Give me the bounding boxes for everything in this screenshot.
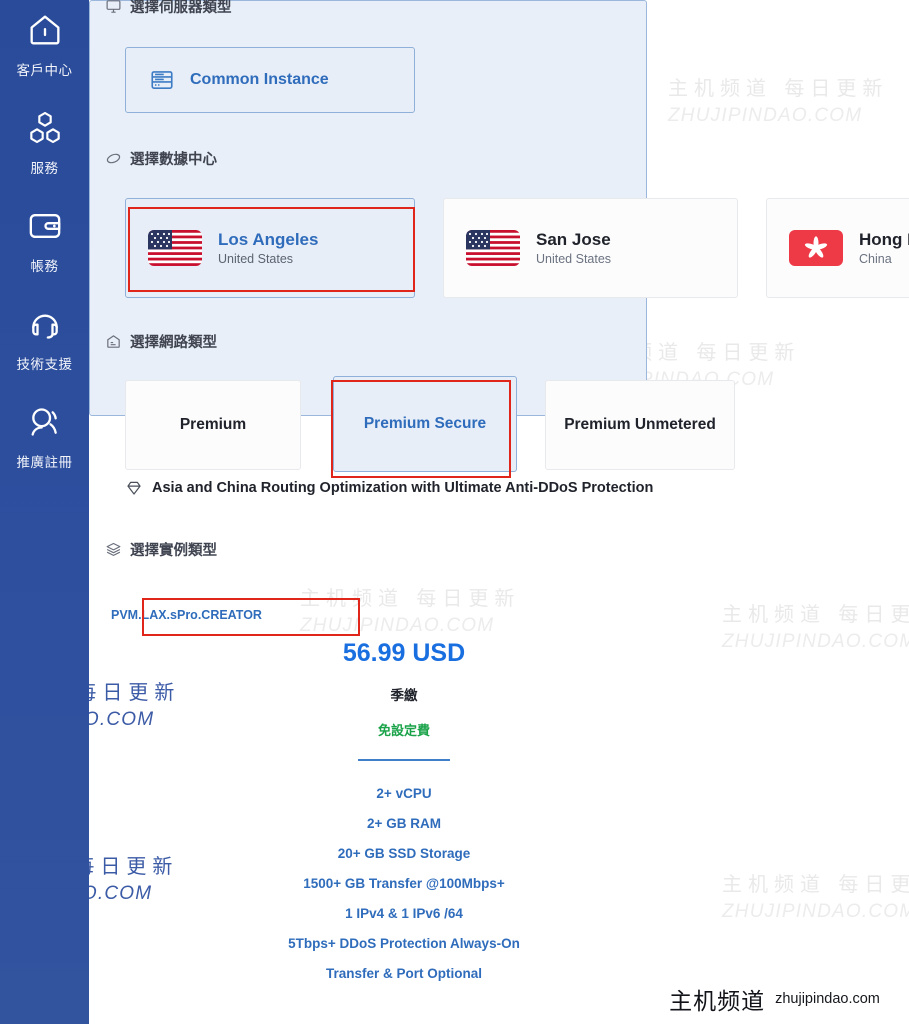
sidebar-item-technical-support[interactable]: 技術支援 bbox=[0, 304, 89, 373]
datacenter-option-los-angeles[interactable]: Los Angeles United States bbox=[125, 198, 415, 298]
badge-domain-text: zhujipindao.com bbox=[775, 990, 880, 1007]
us-flag-icon bbox=[148, 230, 202, 266]
datacenter-country: United States bbox=[536, 252, 612, 266]
spec-item: 1500+ GB Transfer @100Mbps+ bbox=[303, 876, 505, 891]
network-label: Premium bbox=[179, 416, 247, 433]
spec-item: 5Tbps+ DDoS Protection Always-On bbox=[288, 936, 520, 951]
section-header-server-type: 選擇伺服器類型 bbox=[105, 0, 232, 17]
layers-icon bbox=[105, 541, 122, 558]
main-content: 選擇伺服器類型 Common Instance 選擇數據中心 Los Angel… bbox=[89, 0, 909, 1024]
section-title: 選擇網路類型 bbox=[130, 335, 217, 351]
spec-item: 1 IPv4 & 1 IPv6 /64 bbox=[345, 906, 463, 921]
gem-icon bbox=[125, 479, 143, 497]
sidebar-item-label: 帳務 bbox=[30, 259, 59, 275]
sidebar: 客戶中心 服務 帳務 技術支援 推廣註冊 bbox=[0, 0, 89, 1024]
globe-icon bbox=[105, 150, 122, 167]
instance-plan-price: 56.99 USD bbox=[342, 639, 466, 667]
instance-plan-name: PVM.LAX.sPro.CREATOR bbox=[111, 608, 262, 622]
affiliate-person-icon bbox=[25, 402, 65, 442]
instance-plan-setup-fee: 免設定費 bbox=[377, 724, 430, 739]
sidebar-item-label: 推廣註冊 bbox=[16, 455, 73, 471]
datacenter-city: San Jose bbox=[536, 230, 611, 249]
spec-item: 2+ vCPU bbox=[376, 786, 432, 801]
datacenter-city: Hong Kong bbox=[859, 230, 909, 249]
network-option-premium-secure[interactable]: Premium Secure bbox=[333, 376, 517, 472]
datacenter-country: China bbox=[859, 252, 892, 266]
site-watermark-badge: 主机频道 zhujipindao.com bbox=[640, 973, 909, 1024]
server-rack-icon bbox=[149, 67, 175, 93]
datacenter-option-hong-kong[interactable]: Hong Kong China bbox=[766, 198, 909, 298]
sidebar-item-customer-center[interactable]: 客戶中心 bbox=[0, 10, 89, 79]
network-option-premium[interactable]: Premium bbox=[125, 380, 301, 470]
section-header-network-type: 選擇網路類型 bbox=[105, 331, 217, 352]
sidebar-item-services[interactable]: 服務 bbox=[0, 108, 89, 177]
instance-plan-billing-cycle: 季繳 bbox=[390, 688, 418, 704]
sidebar-item-label: 客戶中心 bbox=[16, 63, 73, 79]
sidebar-item-billing[interactable]: 帳務 bbox=[0, 206, 89, 275]
monitor-icon bbox=[105, 0, 122, 15]
datacenter-names: Los Angeles United States bbox=[218, 230, 318, 266]
spec-item: 20+ GB SSD Storage bbox=[337, 846, 471, 861]
spec-item: 2+ GB RAM bbox=[367, 816, 441, 831]
us-flag-icon bbox=[466, 230, 520, 266]
network-note-text: Asia and China Routing Optimization with… bbox=[152, 480, 654, 496]
network-icon bbox=[105, 333, 122, 350]
network-label: Premium Unmetered bbox=[564, 416, 716, 433]
network-option-premium-unmetered[interactable]: Premium Unmetered bbox=[545, 380, 735, 470]
datacenter-city: Los Angeles bbox=[218, 230, 319, 249]
server-type-label: Common Instance bbox=[190, 71, 329, 88]
section-header-instance-type: 選擇實例類型 bbox=[105, 539, 217, 560]
badge-cn-text: 主机频道 bbox=[669, 988, 766, 1015]
datacenter-names: Hong Kong China bbox=[859, 230, 909, 266]
section-header-datacenter: 選擇數據中心 bbox=[105, 148, 217, 169]
sidebar-item-affiliate-signup[interactable]: 推廣註冊 bbox=[0, 402, 89, 471]
network-note: Asia and China Routing Optimization with… bbox=[125, 479, 653, 497]
home-icon bbox=[25, 10, 65, 50]
sidebar-item-label: 服務 bbox=[30, 161, 59, 177]
datacenter-names: San Jose United States bbox=[536, 230, 611, 266]
section-title: 選擇實例類型 bbox=[130, 543, 217, 559]
hk-flag-icon bbox=[789, 230, 843, 266]
page-root: 主机频道 每日更新 ZHUJIPINDAO.COM 主机频道 每日更新 ZHUJ… bbox=[0, 0, 909, 1024]
network-label: Premium Secure bbox=[363, 415, 487, 432]
sidebar-item-label: 技術支援 bbox=[16, 357, 73, 373]
headset-icon bbox=[25, 304, 65, 344]
server-type-option-common-instance[interactable]: Common Instance bbox=[125, 47, 415, 113]
datacenter-option-san-jose[interactable]: San Jose United States bbox=[443, 198, 738, 298]
datacenter-country: United States bbox=[218, 252, 294, 266]
instance-plan-spec-list: 2+ vCPU 2+ GB RAM 20+ GB SSD Storage 150… bbox=[125, 779, 683, 989]
section-title: 選擇數據中心 bbox=[130, 152, 217, 168]
wallet-icon bbox=[25, 206, 65, 246]
cubes-icon bbox=[25, 108, 65, 148]
spec-item: Transfer & Port Optional bbox=[325, 966, 483, 981]
divider bbox=[358, 759, 450, 761]
section-title: 選擇伺服器類型 bbox=[130, 0, 232, 16]
